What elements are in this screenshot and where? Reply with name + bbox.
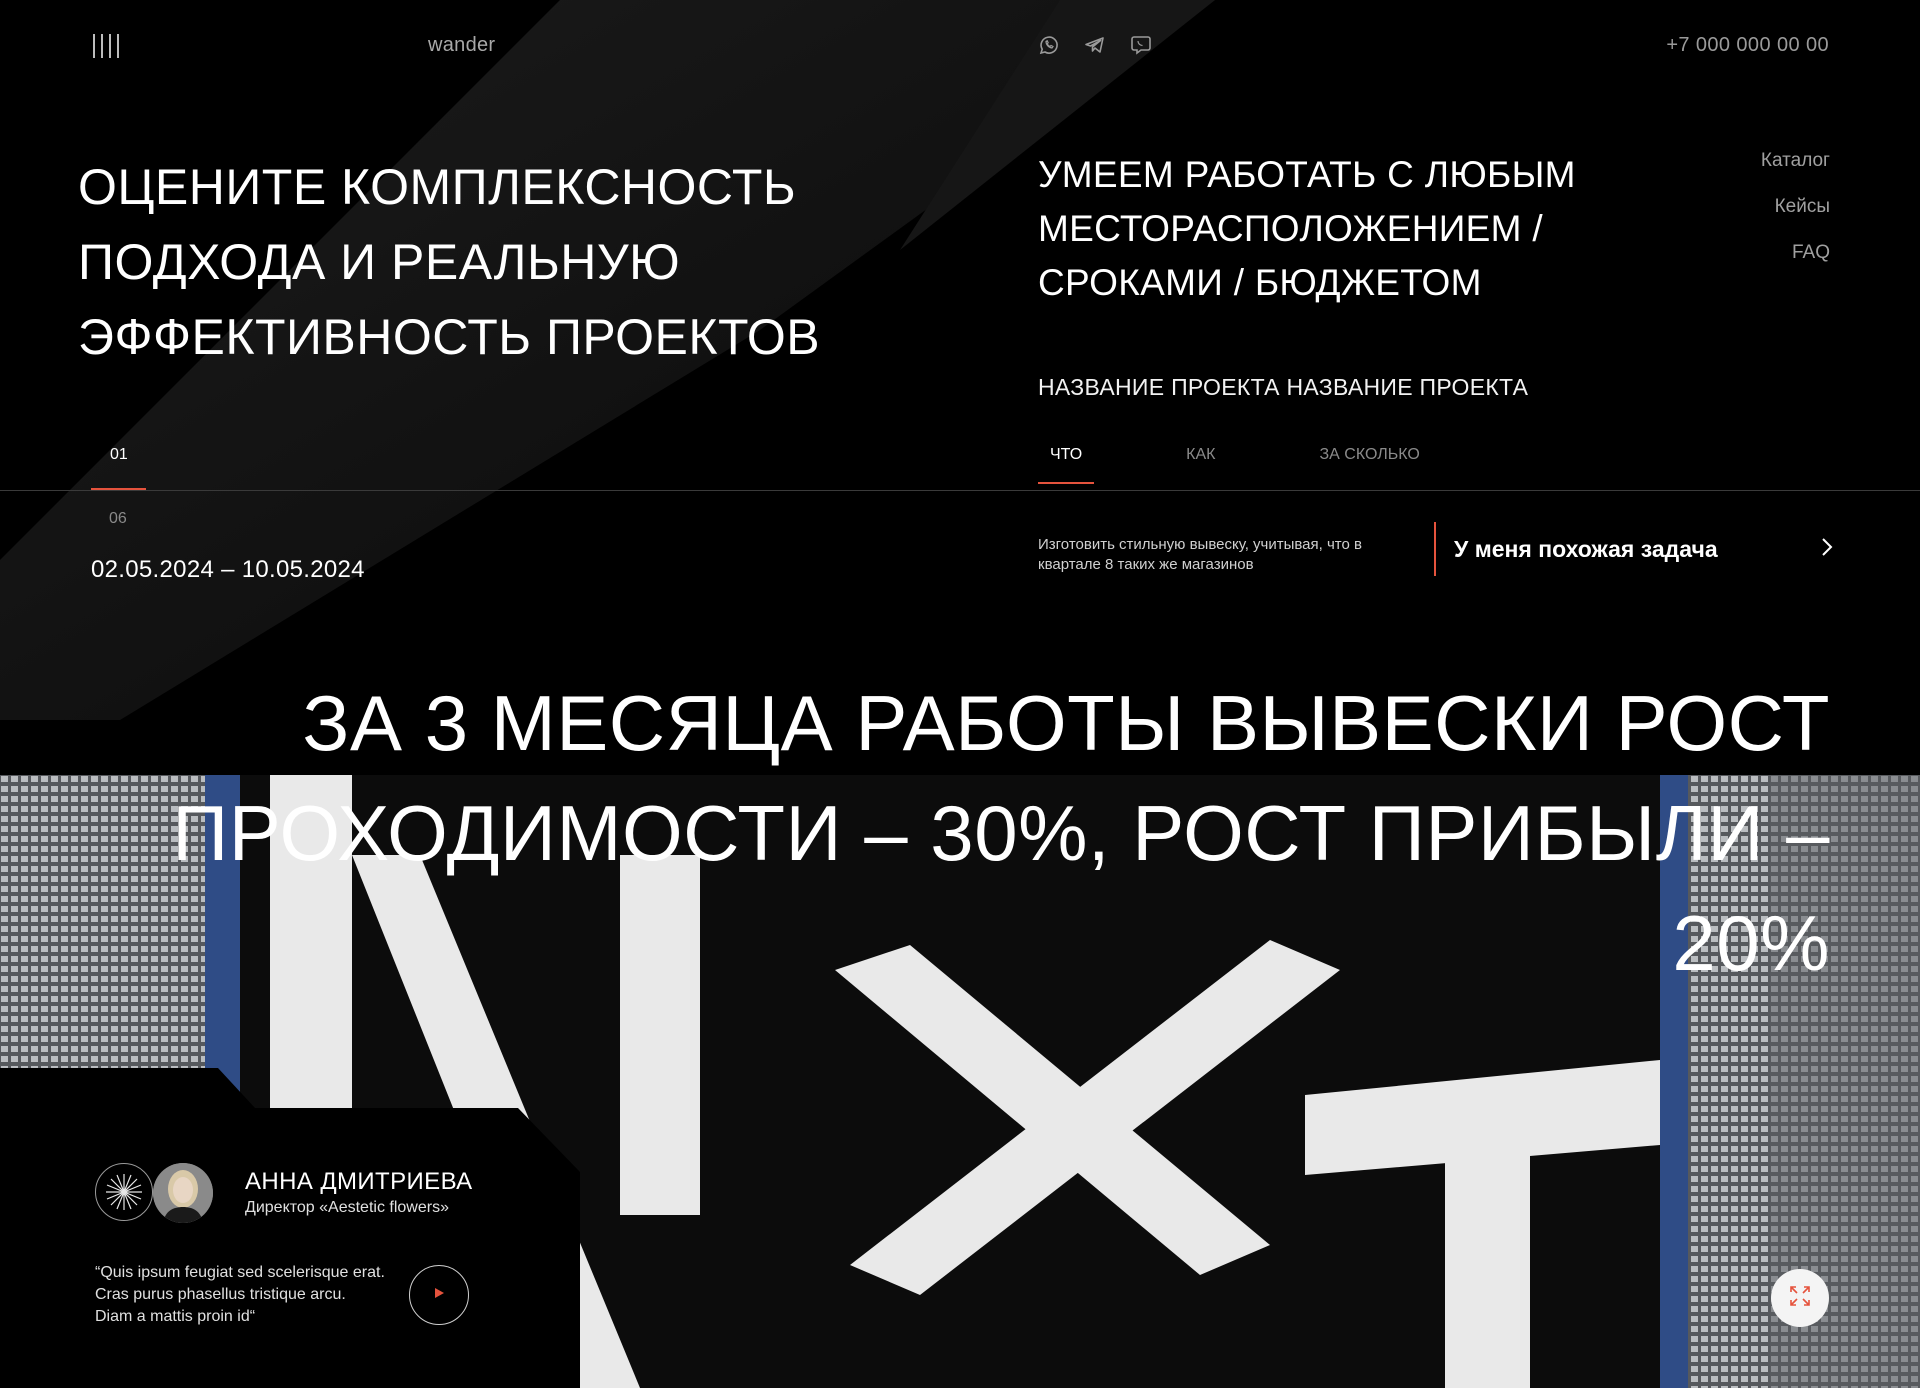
pagination-current[interactable]: 01 [91,446,147,464]
whatsapp-icon[interactable] [1036,32,1062,58]
project-tabs: Что Как За сколько [1038,444,1512,484]
pagination-indicator [91,488,146,490]
similar-task-button[interactable]: У меня похожая задача [1434,522,1834,576]
testimonial-name: Анна Дмитриева [245,1168,473,1195]
nav-item-cases[interactable]: Кейсы [1761,196,1830,218]
expand-icon [1788,1284,1812,1313]
tab-what[interactable]: Что [1038,444,1095,484]
divider [0,490,1920,491]
expand-button[interactable] [1771,1269,1829,1327]
result-line-1: За 3 месяца работы вывески рост [302,679,1830,767]
phone-number[interactable]: +7 000 000 00 00 [1666,34,1829,57]
page: wander +7 000 000 00 00 Оцените комплекс… [0,0,1920,1388]
project-subheading: Умеем работать с любым месторасположение… [1038,154,1576,303]
play-button[interactable] [409,1265,469,1325]
avatar [153,1163,213,1223]
menu-icon[interactable] [93,34,121,58]
chevron-right-icon [1820,536,1834,563]
nav-item-catalog[interactable]: Каталог [1761,150,1830,172]
social-links [1036,32,1154,58]
testimonial-quote: “Quis ipsum feugiat sed scelerisque erat… [95,1264,385,1325]
nav-item-faq[interactable]: FAQ [1761,242,1830,264]
project-dates: 02.05.2024 – 10.05.2024 [91,556,365,583]
result-line-2: проходимости – 30%, рост прибыли – 20% [172,789,1830,987]
testimonial-card [0,1068,580,1388]
testimonial-role: Директор «Aestetic flowers» [245,1199,449,1216]
task-description: Изготовить стильную вывеску, учитывая, ч… [1038,536,1362,573]
page-title: Оцените комплексность подхода и реальную… [78,159,821,365]
brand-star-icon [95,1163,153,1221]
side-nav: Каталог Кейсы FAQ [1761,150,1830,288]
tab-cost[interactable]: За сколько [1307,444,1431,482]
play-icon [433,1286,445,1304]
similar-task-label: У меня похожая задача [1454,535,1718,562]
project-name: Название проекта название проекта [1038,374,1529,400]
hero-background [0,0,1920,775]
telegram-icon[interactable] [1082,32,1108,58]
logo[interactable]: wander [428,34,495,57]
pagination-total[interactable]: 06 [109,510,127,528]
tab-how[interactable]: Как [1174,444,1227,482]
viber-icon[interactable] [1128,32,1154,58]
result-headline: За 3 месяца работы вывески рост проходим… [70,668,1830,998]
